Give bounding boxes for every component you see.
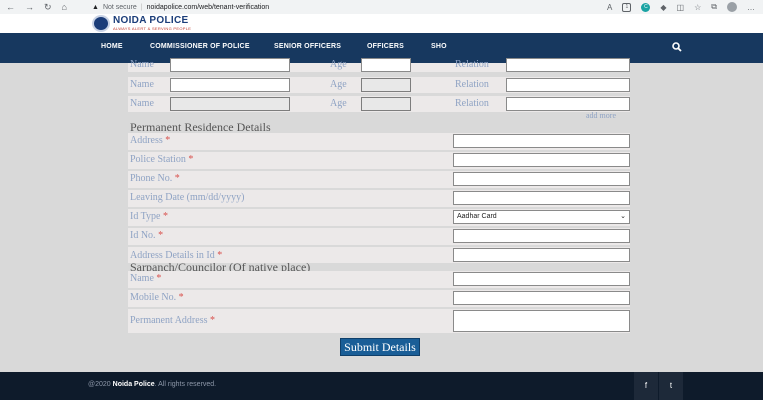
family-row: Name Age Relation bbox=[128, 96, 630, 112]
nav-commissioner[interactable]: COMMISSIONER OF POLICE bbox=[150, 43, 250, 50]
leaving-date-input[interactable] bbox=[453, 191, 630, 205]
family-age-input[interactable] bbox=[361, 78, 411, 92]
sarpanch-address-row: Permanent Address * bbox=[128, 309, 630, 333]
search-icon[interactable] bbox=[672, 42, 682, 52]
submit-details-button[interactable]: Submit Details bbox=[340, 338, 420, 356]
back-icon[interactable]: ← bbox=[6, 2, 15, 13]
id-no-input[interactable] bbox=[453, 229, 630, 243]
chevron-down-icon: ⌄ bbox=[620, 213, 626, 220]
site-footer: @2020 Noida Police. All rights reserved.… bbox=[0, 372, 763, 400]
family-name-label: Name bbox=[130, 98, 154, 109]
extension-puzzle-icon[interactable]: ◆ bbox=[660, 3, 666, 12]
id-type-value: Aadhar Card bbox=[457, 213, 497, 220]
nav-sho[interactable]: SHO bbox=[431, 43, 447, 50]
nav-senior-officers[interactable]: SENIOR OFFICERS bbox=[274, 43, 341, 50]
family-name-label: Name bbox=[130, 59, 154, 70]
url-separator: | bbox=[140, 3, 143, 11]
extension-c-icon[interactable]: C bbox=[641, 2, 651, 12]
family-name-label: Name bbox=[130, 79, 154, 90]
family-relation-label: Relation bbox=[455, 79, 489, 90]
collections-icon[interactable]: ⧉ bbox=[711, 2, 717, 12]
site-header: NOIDA POLICE ALWAYS ALERT & SERVING PEOP… bbox=[0, 14, 763, 33]
sarpanch-name-label: Name * bbox=[130, 273, 162, 284]
leaving-date-row: Leaving Date (mm/dd/yyyy) bbox=[128, 190, 630, 207]
address-bar[interactable]: ▲ Not secure | noidapolice.com/web/tenan… bbox=[92, 4, 562, 11]
nav-officers[interactable]: OFFICERS bbox=[367, 43, 404, 50]
family-name-input[interactable] bbox=[170, 78, 290, 92]
facebook-icon[interactable]: f bbox=[634, 372, 658, 400]
family-relation-input[interactable] bbox=[506, 97, 630, 111]
family-relation-label: Relation bbox=[455, 98, 489, 109]
leaving-date-label: Leaving Date (mm/dd/yyyy) bbox=[130, 192, 245, 203]
family-relation-label: Relation bbox=[455, 59, 489, 70]
copyright-text: @2020 Noida Police. All rights reserved. bbox=[88, 381, 217, 388]
home-icon[interactable]: ⌂ bbox=[62, 2, 67, 13]
family-age-input[interactable] bbox=[361, 58, 411, 72]
address-in-id-input[interactable] bbox=[453, 248, 630, 262]
sarpanch-mobile-row: Mobile No. * bbox=[128, 290, 630, 307]
twitter-icon[interactable]: t bbox=[659, 372, 683, 400]
id-type-label: Id Type * bbox=[130, 211, 168, 222]
extension-badge-icon[interactable]: 1 bbox=[622, 2, 632, 12]
address-row: Address * bbox=[128, 133, 630, 150]
address-label: Address * bbox=[130, 135, 171, 146]
add-more-link[interactable]: add more bbox=[586, 111, 616, 120]
family-age-label: Age bbox=[330, 79, 347, 90]
family-name-input[interactable] bbox=[170, 97, 290, 111]
family-relation-input[interactable] bbox=[506, 58, 630, 72]
more-icon[interactable]: … bbox=[747, 3, 755, 12]
id-type-row: Id Type * Aadhar Card ⌄ bbox=[128, 209, 630, 226]
sarpanch-name-input[interactable] bbox=[453, 272, 630, 286]
reload-icon[interactable]: ↻ bbox=[44, 2, 52, 13]
site-tagline: ALWAYS ALERT & SERVING PEOPLE bbox=[113, 26, 192, 31]
warning-icon: ▲ bbox=[92, 3, 99, 11]
family-age-label: Age bbox=[330, 98, 347, 109]
police-station-label: Police Station * bbox=[130, 154, 194, 165]
family-name-input[interactable] bbox=[170, 58, 290, 72]
sarpanch-address-label: Permanent Address * bbox=[130, 315, 215, 326]
footer-brand[interactable]: Noida Police bbox=[113, 381, 155, 388]
browser-extensions: A 1 C ◆ ◫ ☆ ⧉ … bbox=[607, 2, 763, 12]
phone-label: Phone No. * bbox=[130, 173, 180, 184]
nav-home[interactable]: HOME bbox=[101, 43, 123, 50]
url-text[interactable]: noidapolice.com/web/tenant-verification bbox=[147, 4, 270, 11]
favorites-icon[interactable]: ☆ bbox=[694, 3, 701, 12]
family-row: Name Age Relation bbox=[128, 58, 630, 72]
read-aloud-icon[interactable]: A bbox=[607, 3, 612, 12]
security-label: Not secure bbox=[102, 3, 137, 11]
police-station-input[interactable] bbox=[453, 153, 630, 167]
sarpanch-address-input[interactable] bbox=[453, 310, 630, 332]
browser-nav: ← → ↻ ⌂ bbox=[0, 2, 92, 13]
police-emblem-icon bbox=[92, 15, 110, 32]
family-relation-input[interactable] bbox=[506, 78, 630, 92]
site-title[interactable]: NOIDA POLICE bbox=[113, 15, 188, 26]
family-age-label: Age bbox=[330, 59, 347, 70]
sarpanch-name-row: Name * bbox=[128, 271, 630, 288]
id-no-label: Id No. * bbox=[130, 230, 164, 241]
id-no-row: Id No. * bbox=[128, 228, 630, 245]
browser-toolbar: ← → ↻ ⌂ ▲ Not secure | noidapolice.com/w… bbox=[0, 0, 763, 14]
police-station-row: Police Station * bbox=[128, 152, 630, 169]
forward-icon[interactable]: → bbox=[25, 2, 34, 13]
split-screen-icon[interactable]: ◫ bbox=[677, 3, 685, 12]
id-type-select[interactable]: Aadhar Card ⌄ bbox=[453, 210, 630, 224]
profile-avatar[interactable] bbox=[727, 2, 737, 12]
sarpanch-mobile-input[interactable] bbox=[453, 291, 630, 305]
family-row: Name Age Relation bbox=[128, 77, 630, 93]
sarpanch-mobile-label: Mobile No. * bbox=[130, 292, 184, 303]
phone-input[interactable] bbox=[453, 172, 630, 186]
tenant-verification-form: Name Age Relation Name Age Relation Name… bbox=[0, 58, 763, 369]
phone-row: Phone No. * bbox=[128, 171, 630, 188]
address-input[interactable] bbox=[453, 134, 630, 148]
family-age-input[interactable] bbox=[361, 97, 411, 111]
